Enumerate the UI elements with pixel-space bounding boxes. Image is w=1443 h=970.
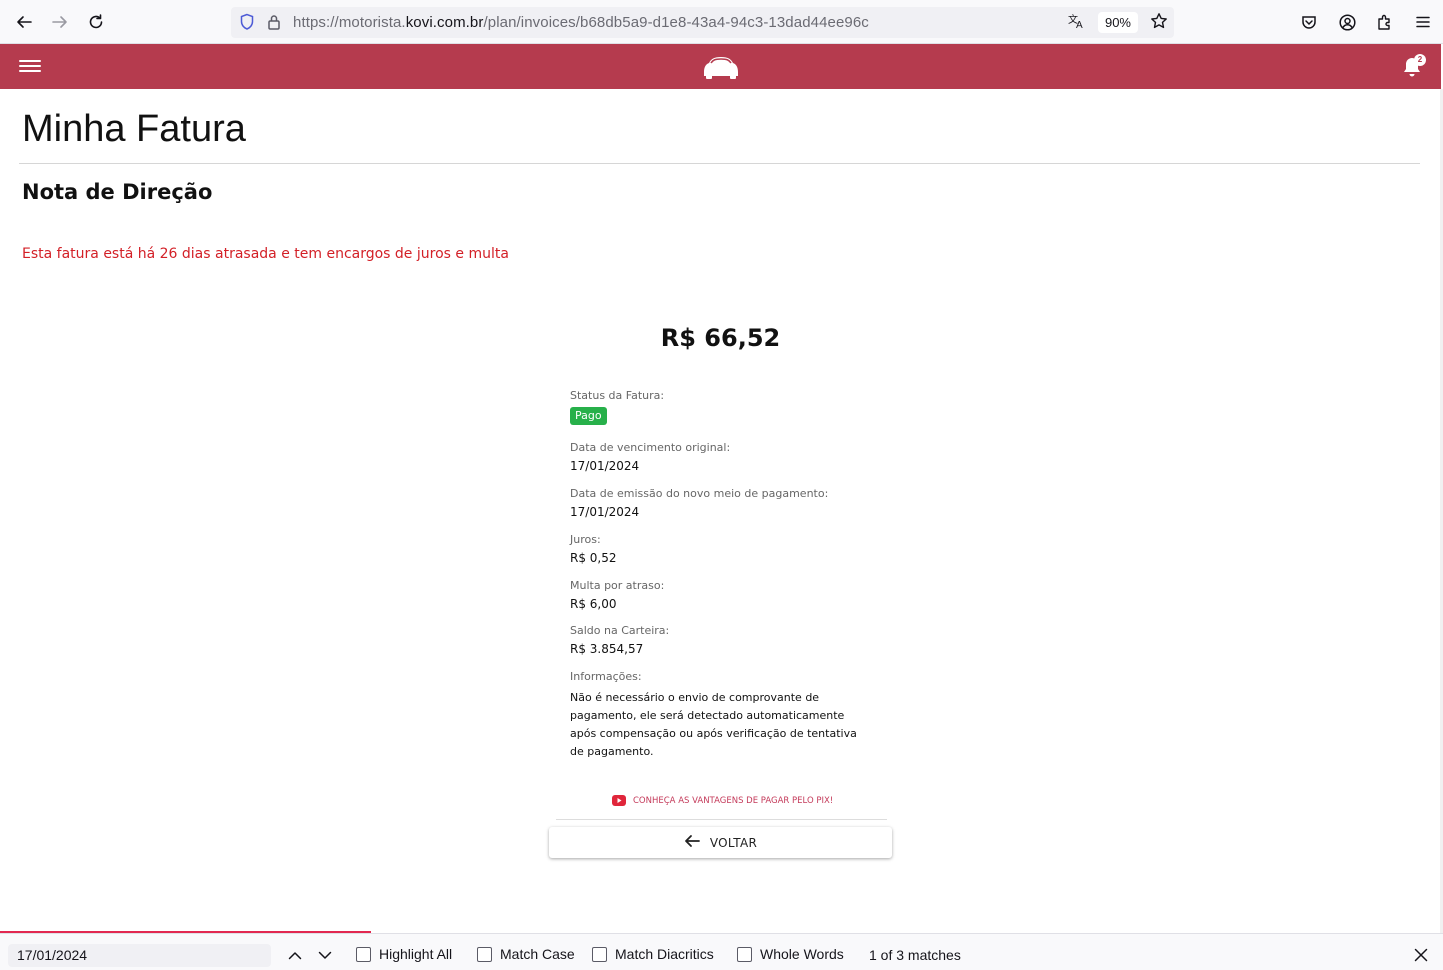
- find-previous-icon[interactable]: [285, 945, 305, 965]
- wallet-balance-value: R$ 3.854,57: [570, 642, 644, 656]
- late-warning-text: Esta fatura está há 26 dias atrasada e t…: [22, 246, 509, 262]
- youtube-icon: [612, 795, 626, 806]
- wallet-balance-field: Saldo na Carteira: R$ 3.854,57: [570, 624, 880, 657]
- pix-advantages-link[interactable]: CONHEÇA AS VANTAGENS DE PAGAR PELO PIX!: [612, 795, 833, 806]
- late-fine-value: R$ 6,00: [570, 597, 617, 611]
- due-date-label: Data de vencimento original:: [570, 441, 731, 454]
- issue-date-label: Data de emissão do novo meio de pagament…: [570, 487, 829, 500]
- url-domain: kovi.com.br: [405, 14, 484, 31]
- match-case-option[interactable]: Match Case: [477, 946, 575, 962]
- invoice-amount: R$ 66,52: [660, 324, 781, 352]
- close-icon[interactable]: [1411, 945, 1431, 965]
- late-fine-label: Multa por atraso:: [570, 579, 665, 592]
- lock-icon[interactable]: [267, 13, 281, 35]
- match-diacritics-checkbox[interactable]: [592, 946, 607, 962]
- translate-icon[interactable]: 文A: [1068, 12, 1086, 34]
- match-case-checkbox[interactable]: [477, 946, 492, 962]
- url-prefix: https://motorista.: [293, 14, 406, 31]
- back-button-label: VOLTAR: [709, 835, 758, 850]
- interest-value: R$ 0,52: [570, 551, 617, 565]
- hamburger-menu-icon[interactable]: [19, 57, 41, 77]
- highlight-all-checkbox[interactable]: [356, 946, 371, 962]
- match-diacritics-option[interactable]: Match Diacritics: [592, 946, 714, 962]
- find-input[interactable]: 17/01/2024: [8, 944, 271, 967]
- url-path: /plan/invoices/b68db5a9-d1e8-43a4-94c3-1…: [483, 14, 869, 31]
- arrow-left-icon: [684, 833, 700, 852]
- back-button[interactable]: VOLTAR: [549, 827, 892, 858]
- car-logo-icon[interactable]: [700, 54, 742, 80]
- notification-count-badge: 2: [1414, 54, 1426, 66]
- due-date-field: Data de vencimento original: 17/01/2024: [570, 441, 880, 474]
- find-next-icon[interactable]: [315, 945, 335, 965]
- zoom-level-badge[interactable]: 90%: [1097, 12, 1138, 33]
- button-divider: [556, 819, 887, 820]
- information-text: Não é necessário o envio de comprovante …: [570, 691, 857, 758]
- whole-words-option[interactable]: Whole Words: [737, 946, 844, 962]
- forward-arrow-icon[interactable]: [48, 10, 72, 34]
- account-icon[interactable]: [1337, 10, 1357, 34]
- status-badge: Pago: [570, 407, 607, 425]
- status-label: Status da Fatura:: [570, 389, 665, 402]
- information-label: Informações:: [570, 670, 642, 683]
- pocket-icon[interactable]: [1299, 10, 1319, 34]
- highlight-all-label: Highlight All: [379, 946, 453, 962]
- page-title: Minha Fatura: [22, 108, 246, 150]
- address-bar[interactable]: https://motorista.kovi.com.br/plan/invoi…: [231, 7, 1174, 38]
- back-arrow-icon[interactable]: [12, 10, 36, 34]
- reload-icon[interactable]: [84, 10, 108, 34]
- whole-words-checkbox[interactable]: [737, 946, 752, 962]
- bookmark-star-icon[interactable]: [1150, 12, 1168, 34]
- late-fine-field: Multa por atraso: R$ 6,00: [570, 579, 880, 612]
- svg-text:A: A: [1076, 20, 1083, 30]
- match-diacritics-label: Match Diacritics: [615, 946, 714, 962]
- find-bar: 17/01/2024 Highlight All Match Case Matc…: [0, 933, 1443, 970]
- interest-label: Juros:: [570, 533, 601, 546]
- title-divider: [19, 163, 1420, 164]
- information-field: Informações: Não é necessário o envio de…: [570, 670, 880, 761]
- extensions-icon[interactable]: [1375, 10, 1395, 34]
- section-title: Nota de Direção: [22, 180, 213, 204]
- shield-icon[interactable]: [239, 13, 255, 35]
- browser-toolbar: https://motorista.kovi.com.br/plan/invoi…: [0, 0, 1443, 44]
- due-date-value: 17/01/2024: [570, 459, 640, 473]
- issue-date-value: 17/01/2024: [570, 505, 640, 519]
- app-header: [0, 44, 1441, 89]
- match-case-label: Match Case: [500, 946, 575, 962]
- app-menu-icon[interactable]: [1413, 10, 1433, 34]
- highlight-all-option[interactable]: Highlight All: [356, 946, 452, 962]
- wallet-balance-label: Saldo na Carteira:: [570, 624, 670, 637]
- url-text[interactable]: https://motorista.kovi.com.br/plan/invoi…: [293, 14, 869, 31]
- interest-field: Juros: R$ 0,52: [570, 533, 880, 566]
- issue-date-field: Data de emissão do novo meio de pagament…: [570, 487, 880, 520]
- whole-words-label: Whole Words: [760, 946, 844, 962]
- status-field: Status da Fatura: Pago: [570, 389, 880, 425]
- find-match-status: 1 of 3 matches: [869, 947, 961, 963]
- pix-link-label: CONHEÇA AS VANTAGENS DE PAGAR PELO PIX!: [633, 795, 834, 806]
